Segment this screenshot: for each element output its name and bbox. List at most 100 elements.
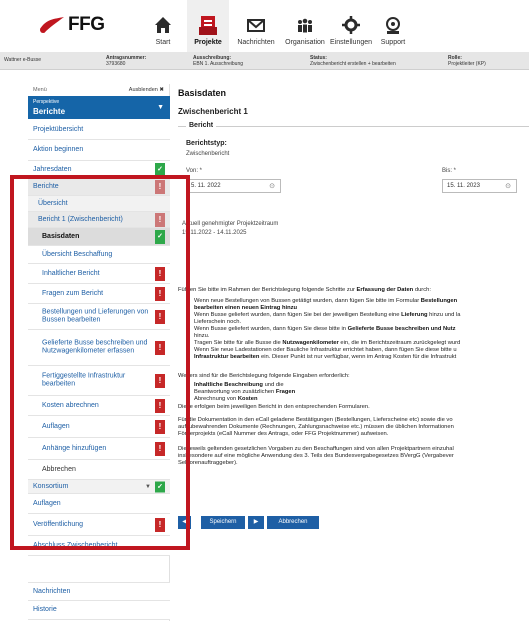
bullet-bold: bearbeiten einen neuen Eintrag hinzu bbox=[194, 305, 298, 311]
antrag-value: 3793680 bbox=[106, 61, 126, 67]
bullet-text: hinzu und la bbox=[429, 312, 461, 318]
ausschreibung-info: Ausschreibung: EBN 1. Ausschreibung bbox=[193, 55, 243, 67]
warning-icon: ! bbox=[155, 441, 165, 456]
next-button[interactable]: ▶ bbox=[248, 516, 264, 529]
hide-menu-button[interactable]: Ausblenden ✖ bbox=[129, 87, 164, 93]
nav-start[interactable]: Start bbox=[146, 0, 180, 52]
ausschreibung-value: EBN 1. Ausschreibung bbox=[193, 61, 244, 67]
sidebar-item-bestellungen[interactable]: Bestellungen und Lieferungen von Bussen … bbox=[28, 304, 170, 330]
sidebar-item-uebersicht-beschaffung[interactable]: Übersicht Beschaffung bbox=[28, 246, 170, 264]
main-content: Basisdaten Zwischenbericht 1 Bericht Ber… bbox=[172, 84, 529, 621]
calendar-icon[interactable]: ⊙ bbox=[505, 182, 511, 190]
sidebar-item-konsortium[interactable]: Konsortium ▼ ✓ bbox=[28, 480, 170, 494]
requirement-line: Abrechnung von Kosten bbox=[194, 396, 258, 403]
perspective-value: Berichte bbox=[33, 107, 66, 116]
bis-label: Bis: * bbox=[442, 168, 457, 174]
nav-organisation-label: Organisation bbox=[285, 39, 325, 46]
sidebar-item-inhaltlicher-bericht[interactable]: Inhaltlicher Bericht ! bbox=[28, 264, 170, 284]
req-text: Beantwortung von zusätzlichen bbox=[194, 389, 275, 395]
previous-button[interactable]: ◀ bbox=[178, 516, 191, 529]
sidebar-item-jahresdaten[interactable]: Jahresdaten ✓ bbox=[28, 161, 170, 179]
sidebar-item-aktion-beginnen[interactable]: Aktion beginnen bbox=[28, 140, 170, 161]
sidebar-header: Menü Ausblenden ✖ bbox=[28, 84, 170, 96]
sidebar-item-fragen-zum-bericht[interactable]: Fragen zum Bericht ! bbox=[28, 284, 170, 304]
report-subtitle: Zwischenbericht 1 bbox=[178, 107, 248, 116]
intro-bold: Erfassung der Daten bbox=[356, 287, 414, 293]
bullet-text: Tragen Sie bitte für alle Busse die bbox=[194, 340, 281, 346]
bis-date-input[interactable]: 15. 11. 2023 ⊙ bbox=[442, 179, 517, 193]
req-bold: Kosten bbox=[237, 396, 258, 402]
sidebar-item-uebersicht[interactable]: Übersicht bbox=[28, 196, 170, 212]
sidebar-item-abbrechen[interactable]: Abbrechen bbox=[28, 460, 170, 480]
sidebar-item-historie[interactable]: Historie bbox=[28, 601, 170, 620]
intro-text: Führen Sie bitte im Rahmen der Berichtsl… bbox=[178, 287, 355, 293]
nav-organisation[interactable]: Organisation bbox=[280, 0, 330, 52]
sidebar-item-gelieferte-busse[interactable]: Gelieferte Busse beschreiben und Nutzwag… bbox=[28, 330, 170, 366]
section-divider bbox=[178, 126, 529, 127]
sidebar-item-nachrichten[interactable]: Nachrichten bbox=[28, 582, 170, 601]
check-icon: ✓ bbox=[155, 162, 165, 177]
nav-support[interactable]: Support bbox=[373, 0, 413, 52]
sidebar-item-projektuebersicht[interactable]: Projektübersicht bbox=[28, 120, 170, 140]
chevron-down-icon: ▼ bbox=[157, 104, 164, 111]
warning-icon: ! bbox=[155, 266, 165, 281]
sidebar-item-label: Inhaltlicher Bericht bbox=[42, 269, 100, 277]
page-title: Basisdaten bbox=[178, 88, 227, 98]
sidebar-item-anhaenge[interactable]: Anhänge hinzufügen ! bbox=[28, 438, 170, 460]
people-icon bbox=[298, 18, 312, 33]
sidebar-item-label: Nachrichten bbox=[33, 587, 71, 595]
bullet-bold: Infrastruktur bearbeiten bbox=[194, 354, 260, 360]
weiters-text: Weiters sind für die Berichtslegung folg… bbox=[178, 373, 350, 379]
sidebar-item-veroeffentlichung[interactable]: Veröffentlichung ! bbox=[28, 514, 170, 536]
von-label: Von: * bbox=[186, 168, 203, 174]
nav-projekte-label: Projekte bbox=[194, 39, 222, 46]
warning-icon: ! bbox=[155, 340, 165, 355]
sidebar-item-bericht-1[interactable]: Bericht 1 (Zwischenbericht) ! bbox=[28, 212, 170, 228]
sidebar-item-label: Übersicht Beschaffung bbox=[42, 250, 113, 258]
sidebar-item-auflagen-bericht[interactable]: Auflagen ! bbox=[28, 416, 170, 438]
perspective-select[interactable]: Perspektive Berichte ▼ bbox=[28, 96, 170, 119]
warning-icon: ! bbox=[155, 398, 165, 413]
nav-nachrichten[interactable]: Nachrichten bbox=[233, 0, 279, 52]
sidebar-item-basisdaten[interactable]: Basisdaten ✓ bbox=[28, 228, 170, 246]
sidebar-item-abschluss[interactable]: Abschluss Zwischenbericht bbox=[28, 536, 170, 556]
sidebar-item-label: Abbrechen bbox=[42, 465, 76, 473]
calendar-icon[interactable]: ⊙ bbox=[269, 182, 275, 190]
save-button[interactable]: Speichern bbox=[201, 516, 245, 529]
warning-icon: ! bbox=[155, 517, 165, 532]
check-icon: ✓ bbox=[155, 229, 165, 244]
berichtstyp-value: Zwischenbericht bbox=[186, 151, 230, 157]
req-bold: Fragen bbox=[275, 389, 296, 395]
support-icon bbox=[386, 17, 400, 34]
sidebar-item-label: Übersicht bbox=[38, 199, 68, 207]
sidebar-item-infrastruktur[interactable]: Fertiggestellte Infrastruktur bearbeiten… bbox=[28, 366, 170, 396]
section-legend: Bericht bbox=[186, 122, 217, 129]
warning-icon: ! bbox=[155, 212, 165, 227]
mail-icon bbox=[247, 19, 265, 32]
bullet-text: Wenn Busse geliefert wurden, dann fügen … bbox=[194, 326, 346, 332]
sidebar-item-auflagen[interactable]: Auflagen bbox=[28, 494, 170, 514]
cancel-button[interactable]: Abbrechen bbox=[267, 516, 319, 529]
sidebar-item-label: Gelieferte Busse beschreiben und Nutzwag… bbox=[42, 339, 148, 355]
nav-projekte[interactable]: Projekte bbox=[187, 0, 229, 52]
logo-mark-icon bbox=[40, 17, 64, 33]
perspective-label: Perspektive bbox=[33, 99, 60, 105]
zeitraum-value: 15.11.2022 - 14.11.2025 bbox=[182, 230, 247, 236]
bullet-bold: Lieferung bbox=[401, 312, 428, 318]
von-date-input[interactable]: 5. 11. 2022 ⊙ bbox=[186, 179, 281, 193]
ffg-logo[interactable]: FFG bbox=[38, 10, 108, 36]
sidebar-item-label: Berichte bbox=[33, 182, 59, 190]
bullet-bold: Gelieferte Busse beschreiben und Nutz bbox=[347, 326, 456, 332]
sidebar-item-label: Basisdaten bbox=[42, 232, 80, 240]
rolle-value: Projektleiter (KP) bbox=[448, 61, 486, 67]
bullet-bold: Nutzwagenkilometer bbox=[282, 340, 339, 346]
nav-einstellungen[interactable]: Einstellungen bbox=[326, 0, 376, 52]
von-date-value: 5. 11. 2022 bbox=[191, 183, 221, 189]
check-icon: ✓ bbox=[155, 481, 165, 492]
sidebar-item-label: Bestellungen und Lieferungen von Bussen … bbox=[42, 308, 149, 324]
logo-text: FFG bbox=[68, 14, 105, 35]
sidebar-item-berichte[interactable]: Berichte ! bbox=[28, 179, 170, 196]
antrag-info: Antragsnummer: 3793680 bbox=[106, 55, 146, 67]
sidebar-item-kosten-abrechnen[interactable]: Kosten abrechnen ! bbox=[28, 396, 170, 416]
instruction-line: Infrastruktur bearbeiten ein. Dieser Pun… bbox=[194, 354, 456, 361]
